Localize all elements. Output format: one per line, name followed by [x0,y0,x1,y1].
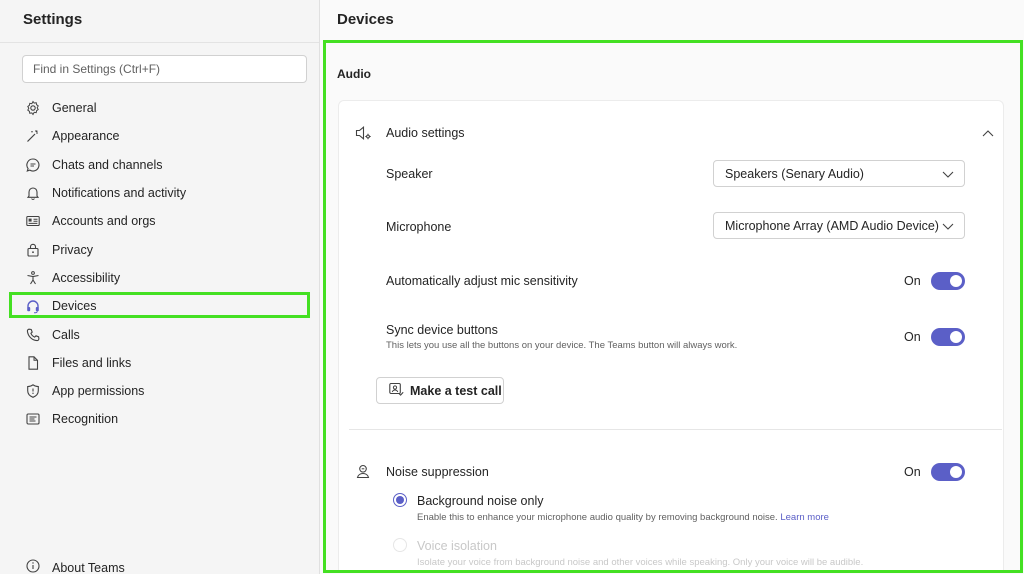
sync-buttons-description: This lets you use all the buttons on you… [386,340,738,351]
speaker-value: Speakers (Senary Audio) [725,166,864,181]
test-call-icon [388,381,404,400]
sidebar-item-notifications[interactable]: Notifications and activity [0,179,320,207]
document-icon [25,355,41,371]
auto-adjust-state: On [904,274,921,288]
speaker-label: Speaker [386,167,433,181]
sync-buttons-toggle[interactable] [930,328,965,346]
sidebar-item-label: Notifications and activity [52,186,187,201]
about-teams-label: About Teams [52,560,125,574]
sidebar-item-chats[interactable]: Chats and channels [0,151,320,179]
make-test-call-label: Make a test call [410,383,502,398]
background-noise-label: Background noise only [417,494,544,508]
background-noise-radio[interactable] [393,493,407,507]
sidebar-item-label: App permissions [52,384,145,399]
auto-adjust-toggle[interactable] [930,272,965,290]
accessibility-icon [25,270,41,286]
settings-nav: General Appearance Chats and channels No… [0,94,320,434]
sidebar-item-label: Accessibility [52,270,121,285]
auto-adjust-toggle-group: On [904,272,965,290]
sidebar-item-label: Files and links [52,355,132,370]
sidebar-item-accessibility[interactable]: Accessibility [0,264,320,292]
sidebar-item-label: Calls [52,327,80,342]
voice-isolation-description: Isolate your voice from background noise… [417,557,864,568]
sidebar-item-label: Recognition [52,412,119,427]
learn-more-link[interactable]: Learn more [780,512,829,523]
sidebar-item-app-permissions[interactable]: App permissions [0,377,320,405]
chevron-up-icon[interactable] [982,127,994,142]
sync-buttons-label: Sync device buttons [386,323,498,337]
settings-sidebar: Settings General Appearance Chats and ch… [0,0,320,574]
devices-highlight [9,292,310,318]
background-noise-sub: Enable this to enhance your microphone a… [417,512,778,523]
sidebar-item-general[interactable]: General [0,94,320,122]
sidebar-item-appearance[interactable]: Appearance [0,122,320,150]
voice-isolation-label: Voice isolation [417,539,497,553]
id-card-icon [25,213,41,229]
main-content: Devices Audio Audio settings Speaker Spe… [320,0,1024,574]
microphone-label: Microphone [386,220,452,234]
gear-icon [25,100,41,116]
speaker-settings-icon [355,125,373,144]
sidebar-item-label: General [52,101,97,116]
sidebar-item-accounts[interactable]: Accounts and orgs [0,207,320,235]
about-teams-item[interactable]: About Teams [25,558,125,574]
background-noise-description: Enable this to enhance your microphone a… [417,512,829,523]
info-icon [25,558,41,574]
make-test-call-button[interactable]: Make a test call [376,377,504,404]
speaker-dropdown[interactable]: Speakers (Senary Audio) [713,160,965,187]
lock-icon [25,242,41,258]
sidebar-item-label: Accounts and orgs [52,214,156,229]
microphone-value: Microphone Array (AMD Audio Device) [725,218,939,233]
audio-card: Audio settings Speaker Speakers (Senary … [338,100,1004,570]
sidebar-item-recognition[interactable]: Recognition [0,405,320,433]
chat-icon [25,157,41,173]
audio-settings-header: Audio settings [386,126,465,140]
page-title: Devices [337,11,394,28]
noise-suppression-toggle-group: On [904,463,965,481]
sidebar-item-label: Chats and channels [52,157,163,172]
auto-adjust-label: Automatically adjust mic sensitivity [386,274,578,288]
sidebar-item-calls[interactable]: Calls [0,320,320,348]
sync-buttons-toggle-group: On [904,328,965,346]
noise-suppression-state: On [904,465,921,479]
sidebar-title: Settings [23,11,83,28]
devices-panel-highlight: Audio Audio settings Speaker Speakers (S… [323,40,1023,573]
chevron-down-icon [942,168,954,182]
sidebar-item-label: Privacy [52,242,93,257]
microphone-dropdown[interactable]: Microphone Array (AMD Audio Device) [713,212,965,239]
bell-icon [25,185,41,201]
settings-search-input[interactable] [22,55,307,83]
noise-suppression-toggle[interactable] [930,463,965,481]
sidebar-item-label: Appearance [52,129,120,144]
noise-suppression-header: Noise suppression [386,465,489,479]
chevron-down-icon [942,220,954,234]
magic-wand-icon [25,128,41,144]
voice-isolation-radio[interactable] [393,538,407,552]
sidebar-item-privacy[interactable]: Privacy [0,235,320,263]
recognition-icon [25,411,41,427]
phone-icon [25,327,41,343]
section-title: Audio [337,67,371,81]
sidebar-divider [0,42,319,43]
noise-suppression-icon [355,463,371,482]
shield-icon [25,383,41,399]
sidebar-item-files[interactable]: Files and links [0,349,320,377]
card-divider [349,429,1002,430]
sync-buttons-state: On [904,330,921,344]
